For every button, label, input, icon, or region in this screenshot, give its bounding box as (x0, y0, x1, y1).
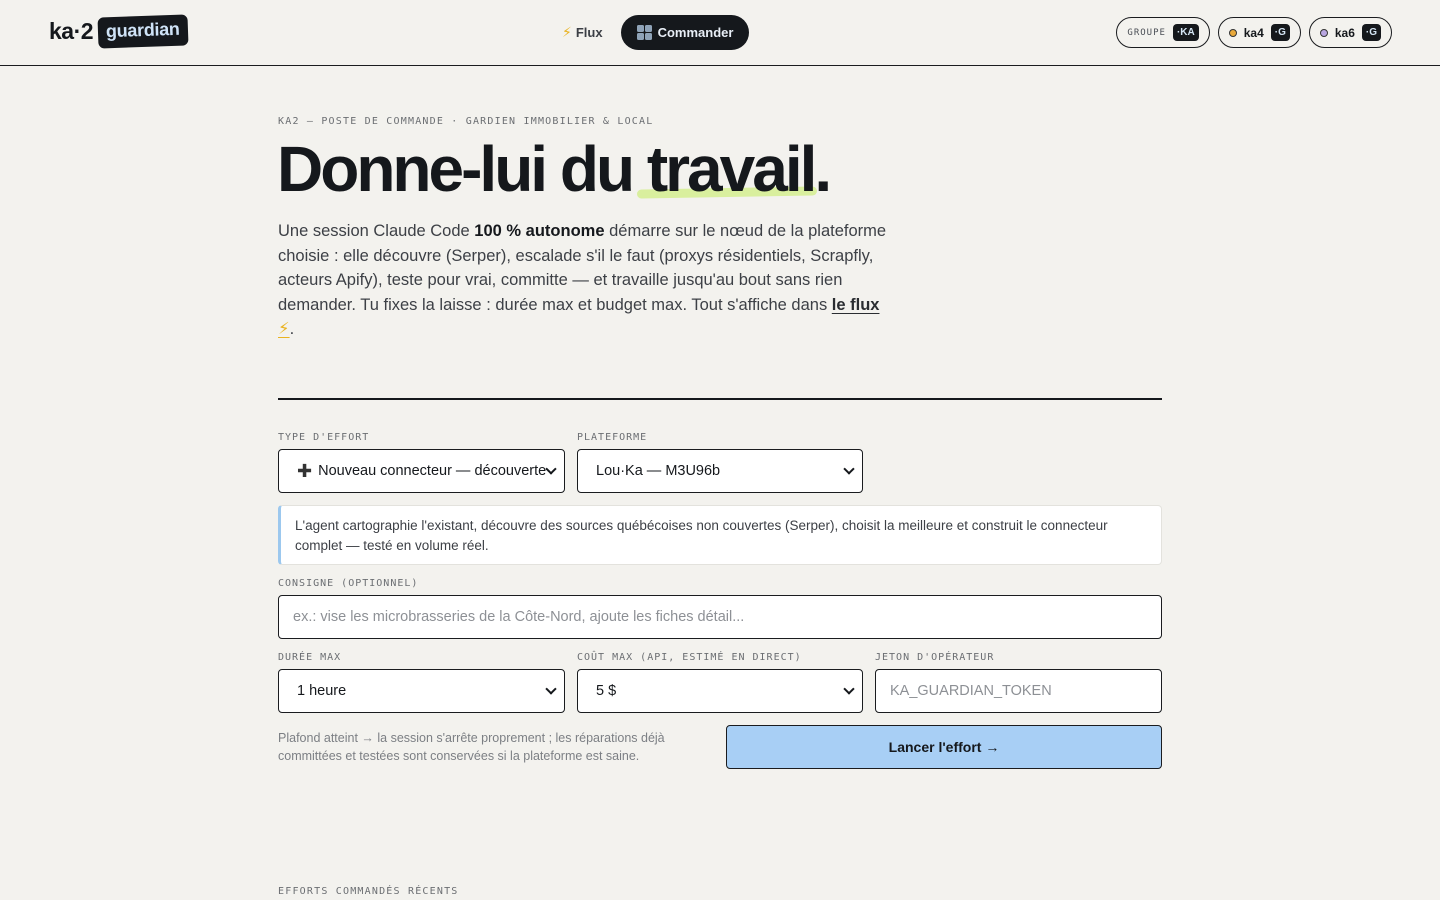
chevron-down-icon (843, 463, 855, 475)
bolt-icon[interactable]: ⚡ (278, 320, 290, 338)
token-label: JETON D'OPÉRATEUR (875, 652, 995, 663)
chevron-down-icon (843, 683, 855, 695)
nav-tab-commander[interactable]: Commander (620, 15, 750, 50)
top-bar: ka·2 guardian ⚡ Flux Commander GROUPE ·K… (0, 0, 1440, 66)
intro-text: . (289, 320, 295, 339)
launch-button[interactable]: Lancer l'effort → (726, 725, 1162, 769)
cost-label: COÛT MAX (API, ESTIMÉ EN DIRECT) (577, 652, 802, 663)
token-input[interactable] (875, 669, 1162, 713)
status-dot-icon (1319, 28, 1328, 37)
flux-link[interactable]: le flux (832, 296, 880, 314)
node-pill-ka6[interactable]: ka6 ·G (1308, 17, 1392, 48)
recent-efforts-heading: EFFORTS COMMANDÉS RÉCENTS (278, 886, 459, 897)
nav-tab-label: Flux (575, 25, 603, 40)
duration-select[interactable]: 1 heure (278, 669, 565, 713)
main-nav: ⚡ Flux Commander (548, 15, 750, 50)
cost-select[interactable]: 5 $ (577, 669, 863, 713)
page-title: Donne-lui du travail. (277, 132, 832, 206)
cost-value: 5 $ (596, 683, 617, 699)
nav-tab-flux[interactable]: ⚡ Flux (548, 15, 617, 50)
effort-description: L'agent cartographie l'existant, découvr… (278, 505, 1162, 565)
duration-label: DURÉE MAX (278, 652, 342, 663)
instruction-label: CONSIGNE (OPTIONNEL) (278, 578, 419, 589)
chevron-down-icon (545, 463, 557, 475)
plus-icon: ✚ (297, 460, 313, 481)
node-tag: ·G (1361, 24, 1381, 41)
instruction-input[interactable] (278, 595, 1162, 639)
intro-text: Une session Claude Code (278, 222, 475, 240)
platform-label: PLATEFORME (577, 432, 648, 443)
group-tag: ·KA (1172, 24, 1199, 41)
intro-bold: 100 % autonome (474, 222, 605, 240)
status-dot-icon (1228, 28, 1237, 37)
limit-footnote: Plafond atteint → la session s'arrête pr… (278, 731, 665, 763)
headline-start: Donne-lui du (277, 133, 647, 205)
effort-type-select[interactable]: ✚ Nouveau connecteur — découverte (278, 449, 565, 493)
node-tag: ·G (1270, 24, 1290, 41)
effort-type-label: TYPE D'EFFORT (278, 432, 370, 443)
chevron-down-icon (545, 683, 557, 695)
node-label: ka6 (1334, 25, 1355, 40)
effort-type-value: Nouveau connecteur — découverte (318, 463, 547, 479)
node-pill-ka4[interactable]: ka4 ·G (1217, 17, 1301, 48)
eyebrow: KA2 — POSTE DE COMMANDE · GARDIEN IMMOBI… (278, 116, 654, 127)
nav-tab-label: Commander (657, 25, 734, 40)
platform-select[interactable]: Lou·Ka — M3U96b (577, 449, 863, 493)
headline-end: . (814, 133, 832, 205)
intro-paragraph: Une session Claude Code 100 % autonome d… (278, 219, 908, 342)
divider (278, 398, 1162, 400)
bolt-icon: ⚡ (562, 24, 572, 40)
node-label: ka4 (1243, 25, 1264, 40)
logo[interactable]: ka·2 guardian (49, 14, 189, 49)
logo-badge: guardian (97, 14, 189, 49)
duration-value: 1 heure (297, 683, 347, 699)
headline-highlight: travail (646, 133, 818, 205)
group-label: GROUPE (1127, 27, 1166, 38)
logo-text: ka·2 (49, 18, 94, 44)
group-pill[interactable]: GROUPE ·KA (1116, 17, 1210, 48)
grid-icon (636, 25, 652, 40)
node-pills: GROUPE ·KA ka4 ·G ka6 ·G (1116, 17, 1392, 48)
platform-value: Lou·Ka — M3U96b (596, 463, 721, 479)
